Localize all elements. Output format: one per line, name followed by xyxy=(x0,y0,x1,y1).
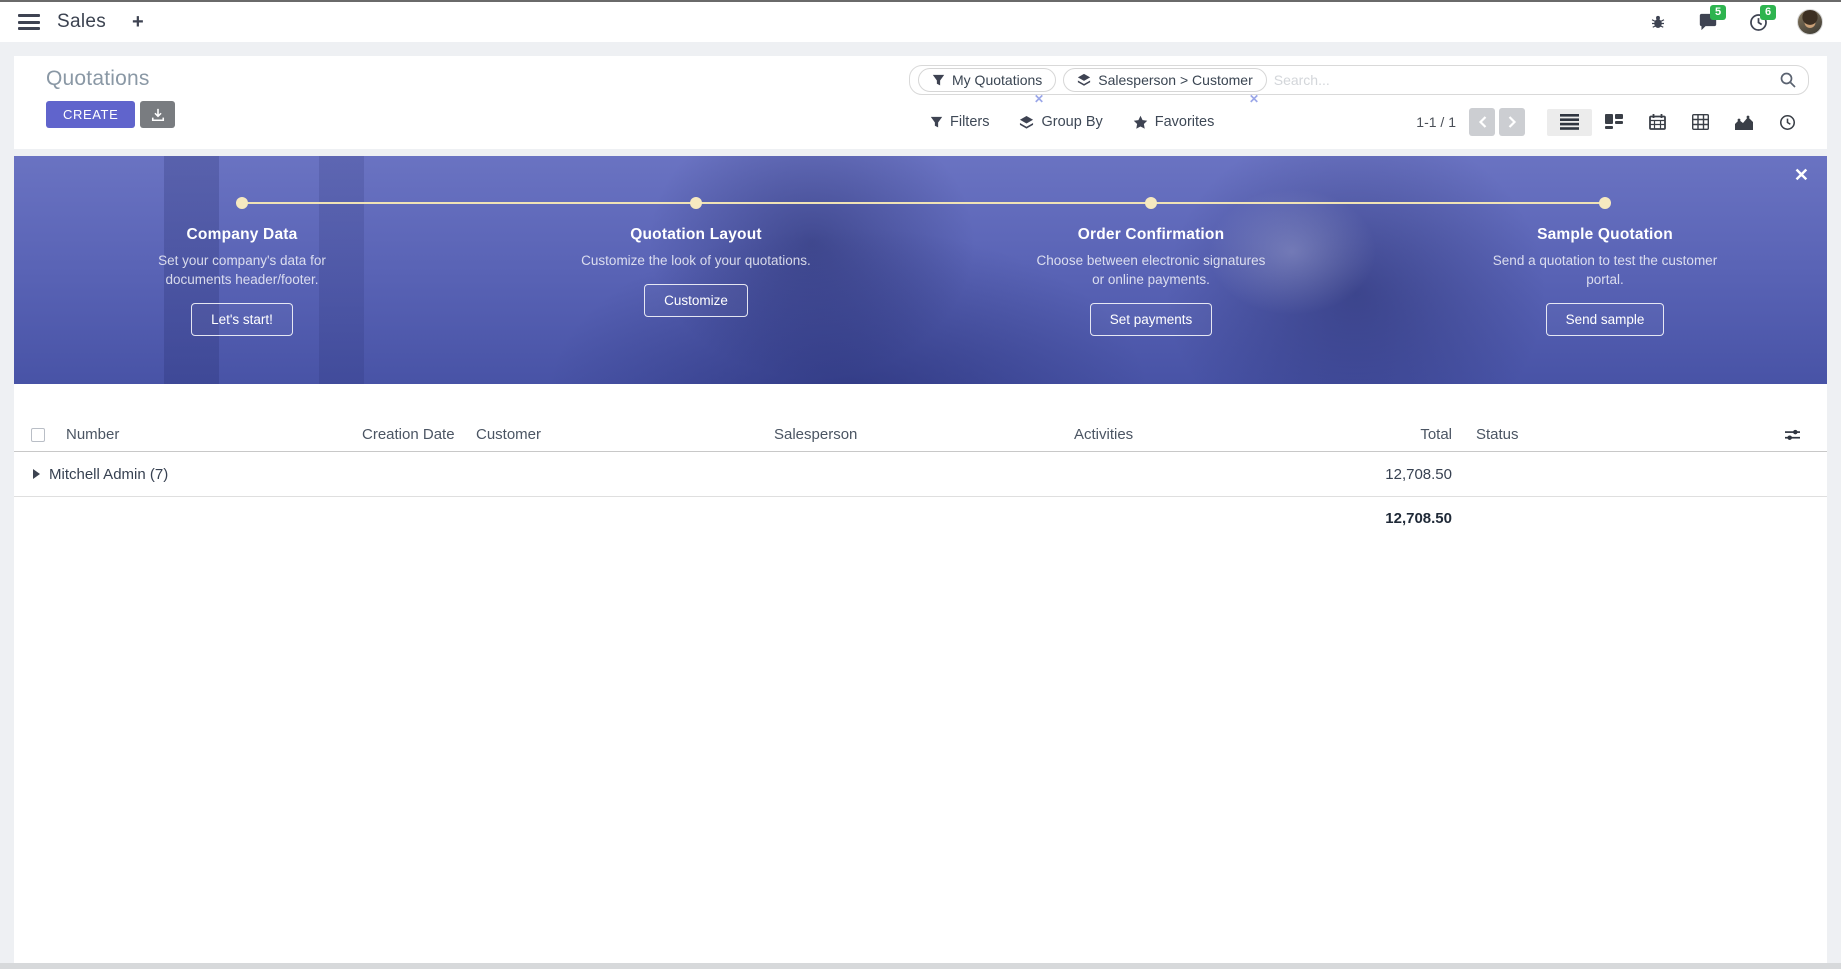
kanban-view-icon xyxy=(1605,114,1623,130)
table-footer-row: 12,708.50 xyxy=(14,497,1827,540)
step-title: Sample Quotation xyxy=(1445,226,1765,244)
debug-bug-icon[interactable] xyxy=(1647,11,1669,33)
group-label: Mitchell Admin (7) xyxy=(49,466,168,483)
banner-close-icon[interactable]: ✕ xyxy=(1794,166,1809,184)
step-description: Customize the look of your quotations. xyxy=(579,252,814,271)
search-icon xyxy=(1780,72,1796,88)
onboarding-step-quotation-layout: Quotation Layout Customize the look of y… xyxy=(536,226,856,317)
optional-columns-button[interactable] xyxy=(1785,428,1827,442)
create-button[interactable]: CREATE xyxy=(46,101,135,128)
timeline-dot xyxy=(690,197,702,209)
onboarding-step-company-data: Company Data Set your company's data for… xyxy=(82,226,402,336)
layers-icon xyxy=(1077,73,1091,87)
plus-icon[interactable]: + xyxy=(132,12,144,32)
filters-menu[interactable]: Filters xyxy=(930,114,989,130)
view-switch-calendar[interactable] xyxy=(1636,109,1679,136)
layers-icon xyxy=(1019,115,1034,130)
column-header-salesperson[interactable]: Salesperson xyxy=(774,426,1074,443)
favorites-label: Favorites xyxy=(1155,114,1215,130)
download-icon xyxy=(151,108,165,122)
view-switch-list[interactable] xyxy=(1547,109,1592,136)
list-view-icon xyxy=(1560,114,1579,130)
view-switch-pivot[interactable] xyxy=(1679,109,1722,136)
search-facet-groupby[interactable]: Salesperson > Customer xyxy=(1063,68,1266,92)
quotations-list: Number Creation Date Customer Salesperso… xyxy=(14,384,1827,963)
star-icon xyxy=(1133,115,1148,130)
user-avatar[interactable] xyxy=(1797,9,1823,35)
step-title: Company Data xyxy=(82,226,402,244)
view-switch-activity[interactable] xyxy=(1766,109,1809,136)
bottom-edge xyxy=(0,963,1841,969)
column-header-customer[interactable]: Customer xyxy=(476,426,774,443)
group-total: 12,708.50 xyxy=(1362,466,1452,483)
onboarding-step-sample-quotation: Sample Quotation Send a quotation to tes… xyxy=(1445,226,1765,336)
pivot-view-icon xyxy=(1692,114,1709,130)
group-by-label: Group By xyxy=(1041,114,1102,130)
facet-label: My Quotations xyxy=(952,72,1042,88)
select-all-checkbox[interactable] xyxy=(31,428,45,442)
facet-remove-icon[interactable]: ✕ xyxy=(1249,93,1259,105)
group-by-menu[interactable]: Group By xyxy=(1019,114,1102,130)
timeline-dot xyxy=(236,197,248,209)
facet-label: Salesperson > Customer xyxy=(1098,72,1252,88)
footer-total: 12,708.50 xyxy=(1362,510,1452,527)
top-navbar: Sales + 5 6 xyxy=(0,2,1841,42)
onboarding-step-order-confirmation: Order Confirmation Choose between electr… xyxy=(991,226,1311,336)
group-expand-caret-icon xyxy=(33,469,40,479)
step-title: Order Confirmation xyxy=(991,226,1311,244)
page-title: Quotations xyxy=(46,67,175,91)
pager-previous-button[interactable] xyxy=(1469,108,1495,136)
column-header-creation-date[interactable]: Creation Date xyxy=(362,426,476,443)
pager-value[interactable]: 1-1 / 1 xyxy=(1416,114,1456,130)
customize-button[interactable]: Customize xyxy=(644,284,748,317)
search-submit[interactable] xyxy=(1780,72,1796,88)
messages-count-badge: 5 xyxy=(1710,5,1726,20)
graph-view-icon xyxy=(1735,115,1753,130)
activities-count-badge: 6 xyxy=(1760,5,1776,20)
chevron-left-icon xyxy=(1478,116,1487,128)
set-payments-button[interactable]: Set payments xyxy=(1090,303,1213,336)
view-switch-kanban[interactable] xyxy=(1592,109,1636,136)
send-sample-button[interactable]: Send sample xyxy=(1546,303,1665,336)
chevron-right-icon xyxy=(1508,116,1517,128)
pager-next-button[interactable] xyxy=(1499,108,1525,136)
step-description: Set your company's data for documents he… xyxy=(125,252,360,290)
step-description: Send a quotation to test the customer po… xyxy=(1488,252,1723,290)
search-input[interactable] xyxy=(1274,72,1773,88)
timeline-dot xyxy=(1599,197,1611,209)
step-title: Quotation Layout xyxy=(536,226,856,244)
onboarding-timeline xyxy=(242,202,1605,204)
filter-icon xyxy=(932,74,945,87)
filter-icon xyxy=(930,116,943,129)
view-switcher xyxy=(1547,109,1809,136)
control-panel: Quotations CREATE xyxy=(14,56,1827,149)
column-header-total[interactable]: Total xyxy=(1362,426,1452,443)
bug-icon xyxy=(1649,13,1667,31)
search-facet-my-quotations[interactable]: My Quotations xyxy=(918,68,1056,92)
step-description: Choose between electronic signatures or … xyxy=(1034,252,1269,290)
group-row-mitchell-admin[interactable]: Mitchell Admin (7) 12,708.50 xyxy=(14,452,1827,497)
messages-menu[interactable]: 5 xyxy=(1697,11,1719,33)
favorites-menu[interactable]: Favorites xyxy=(1133,114,1215,130)
table-header-row: Number Creation Date Customer Salesperso… xyxy=(14,418,1827,452)
filters-label: Filters xyxy=(950,114,989,130)
timeline-dot xyxy=(1145,197,1157,209)
column-header-status[interactable]: Status xyxy=(1452,426,1612,443)
pager: 1-1 / 1 xyxy=(1416,108,1525,136)
export-button[interactable] xyxy=(140,101,175,128)
activity-view-icon xyxy=(1779,114,1796,131)
calendar-view-icon xyxy=(1649,114,1666,130)
facet-remove-icon[interactable]: ✕ xyxy=(1034,93,1044,105)
view-switch-graph[interactable] xyxy=(1722,109,1766,136)
app-window: Sales + 5 6 xyxy=(0,0,1841,969)
column-header-number[interactable]: Number xyxy=(66,426,362,443)
sliders-icon xyxy=(1785,428,1800,442)
hamburger-menu-icon[interactable] xyxy=(18,14,40,30)
search-bar[interactable]: My Quotations Salesperson > Customer xyxy=(909,65,1809,95)
onboarding-banner: Company Data Set your company's data for… xyxy=(14,156,1827,384)
column-header-activities[interactable]: Activities xyxy=(1074,426,1362,443)
app-name-menu[interactable]: Sales xyxy=(57,11,106,33)
lets-start-button[interactable]: Let's start! xyxy=(191,303,293,336)
activities-menu[interactable]: 6 xyxy=(1747,11,1769,33)
